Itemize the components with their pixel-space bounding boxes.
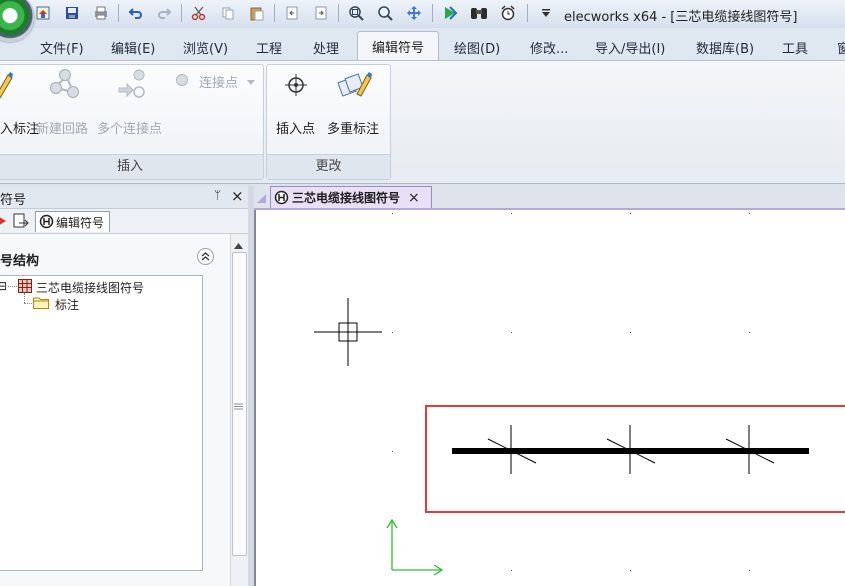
ucs-axis-icon bbox=[386, 518, 444, 576]
cut-icon[interactable] bbox=[188, 3, 210, 23]
insert-point-icon bbox=[284, 73, 308, 100]
multi-connect-button[interactable]: 多个连接点 bbox=[97, 118, 162, 137]
toolbar-separator bbox=[338, 4, 339, 22]
dropdown-arrow-icon[interactable] bbox=[247, 75, 255, 89]
tab-draw[interactable]: 绘图(D) bbox=[454, 38, 500, 57]
tab-edit-symbol-panel[interactable]: 编辑符号 bbox=[35, 211, 110, 232]
insert-annotation-button[interactable]: 入标注 bbox=[0, 118, 39, 137]
new-loop-button[interactable]: 新建回路 bbox=[36, 118, 88, 137]
tree-item-annotation[interactable]: 标注 bbox=[55, 296, 79, 313]
section-title: 号结构 bbox=[0, 254, 40, 269]
scroll-up-icon[interactable] bbox=[234, 238, 243, 252]
symbol-edit-icon bbox=[274, 190, 289, 205]
crosshair-cursor bbox=[314, 298, 382, 366]
pan-icon[interactable] bbox=[403, 3, 425, 23]
symbol-tree bbox=[0, 275, 203, 571]
group-label-insert: 插入 bbox=[0, 154, 263, 179]
group-label-modify: 更改 bbox=[267, 154, 390, 179]
tree-expander[interactable]: ⊟ bbox=[0, 279, 7, 293]
toolbar-separator bbox=[432, 4, 433, 22]
redo-icon[interactable] bbox=[153, 3, 175, 23]
new-loop-icon bbox=[48, 68, 82, 105]
panel-title: 符号 bbox=[0, 193, 27, 208]
collapse-section-button[interactable] bbox=[197, 248, 214, 265]
tab-window[interactable]: 窗 bbox=[837, 38, 845, 57]
connect-point-button[interactable]: 连接点 bbox=[199, 72, 238, 91]
play-icon[interactable] bbox=[439, 3, 461, 23]
page-next-icon[interactable] bbox=[310, 3, 332, 23]
binoculars-icon[interactable] bbox=[468, 3, 490, 23]
symbol-panel-header: 符号 ᛘ × bbox=[0, 186, 248, 209]
tab-edit-symbol[interactable]: 编辑符号 bbox=[357, 31, 439, 61]
connect-point-icon bbox=[175, 73, 189, 90]
print-icon[interactable] bbox=[90, 3, 112, 23]
tree-connector bbox=[8, 286, 17, 287]
folder-icon bbox=[33, 296, 49, 312]
symbol-edit-icon bbox=[39, 214, 54, 232]
document-tab-close[interactable]: × bbox=[408, 190, 420, 206]
toolbar-separator bbox=[118, 4, 119, 22]
toolbar-separator bbox=[274, 4, 275, 22]
panel-tab-label: 编辑符号 bbox=[56, 216, 105, 230]
toolbar-separator bbox=[527, 4, 528, 22]
scroll-grip-icon bbox=[234, 399, 243, 413]
tab-scroll-left-icon[interactable] bbox=[254, 191, 268, 208]
tab-modify[interactable]: 修改... bbox=[530, 38, 568, 57]
tree-item-root[interactable]: 三芯电缆接线图符号 bbox=[36, 279, 144, 296]
multi-annotation-icon bbox=[337, 68, 375, 105]
home-icon[interactable] bbox=[32, 3, 54, 23]
window-title: elecworks x64 - [三芯电缆接线图符号] bbox=[564, 10, 798, 25]
zoom-icon[interactable] bbox=[374, 3, 396, 23]
tab-database[interactable]: 数据库(B) bbox=[696, 38, 754, 57]
drawing-surface bbox=[314, 213, 845, 576]
tab-edit[interactable]: 编辑(E) bbox=[111, 38, 155, 57]
tab-tools[interactable]: 工具 bbox=[782, 38, 808, 57]
table-symbol-icon bbox=[18, 279, 32, 296]
tab-process[interactable]: 处理 bbox=[313, 38, 339, 57]
selection-box bbox=[425, 405, 845, 513]
copy-icon[interactable] bbox=[217, 3, 239, 23]
three-core-cable-symbol bbox=[452, 425, 809, 474]
grid-dots bbox=[392, 213, 750, 571]
undo-icon[interactable] bbox=[125, 3, 147, 23]
page-prev-icon[interactable] bbox=[281, 3, 303, 23]
multi-connect-icon bbox=[117, 68, 151, 105]
toolbar-separator bbox=[181, 4, 182, 22]
document-tab-label: 三芯电缆接线图符号 bbox=[292, 191, 401, 205]
multi-annotation-button[interactable]: 多重标注 bbox=[327, 118, 379, 137]
annotation-pencil-icon bbox=[0, 70, 14, 103]
red-symbol-icon[interactable] bbox=[0, 213, 10, 232]
drawing-canvas[interactable] bbox=[254, 210, 845, 586]
zoom-window-icon[interactable] bbox=[345, 3, 367, 23]
close-icon[interactable]: × bbox=[231, 187, 244, 205]
document-arrow-icon[interactable] bbox=[12, 213, 30, 232]
tree-connector bbox=[24, 293, 25, 303]
save-icon[interactable] bbox=[61, 3, 83, 23]
alarm-icon[interactable] bbox=[497, 3, 519, 23]
insert-point-button[interactable]: 插入点 bbox=[276, 118, 315, 137]
tab-project[interactable]: 工程 bbox=[256, 38, 282, 57]
tree-connector bbox=[24, 303, 32, 304]
customize-arrow-icon[interactable] bbox=[535, 3, 557, 23]
tab-file[interactable]: 文件(F) bbox=[40, 38, 84, 57]
paste-icon[interactable] bbox=[246, 3, 268, 23]
tab-view[interactable]: 浏览(V) bbox=[183, 38, 228, 57]
pin-icon[interactable]: ᛘ bbox=[214, 188, 221, 202]
document-tab[interactable]: 三芯电缆接线图符号 × bbox=[270, 186, 432, 208]
tab-import-export[interactable]: 导入/导出(I) bbox=[595, 38, 665, 57]
